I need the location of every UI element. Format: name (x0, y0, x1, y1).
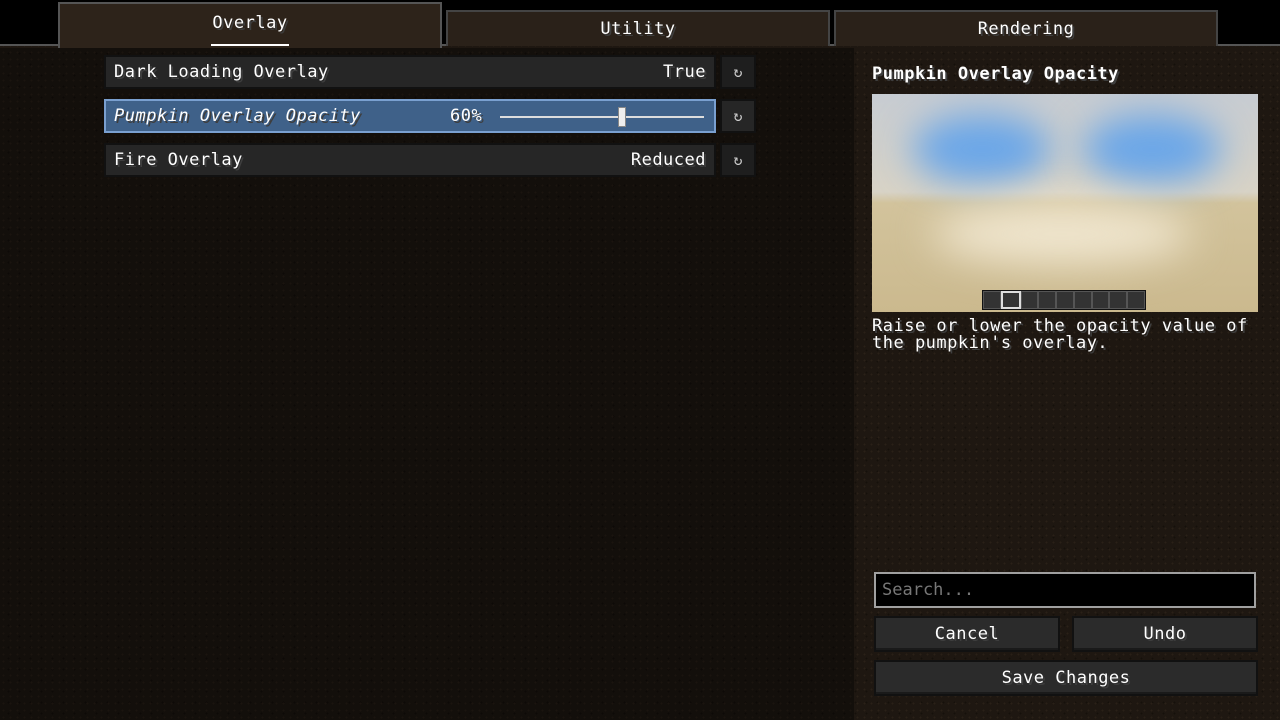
option-description: Raise or lower the opacity value of the … (872, 316, 1248, 353)
option-label: Pumpkin Overlay Opacity (114, 106, 361, 126)
reset-arrow-icon: ↻ (733, 151, 743, 169)
reset-button[interactable]: ↻ (720, 55, 756, 89)
reset-button[interactable]: ↻ (720, 99, 756, 133)
reset-arrow-icon: ↻ (733, 107, 743, 125)
option-label: Dark Loading Overlay (114, 62, 329, 82)
reset-arrow-icon: ↻ (733, 63, 743, 81)
option-title: Pumpkin Overlay Opacity (872, 64, 1119, 84)
tab-label: Overlay (212, 13, 288, 33)
option-dark-loading-overlay[interactable]: Dark Loading Overlay True (104, 55, 716, 89)
save-label: Save Changes (1001, 668, 1131, 688)
option-label: Fire Overlay (114, 150, 243, 170)
undo-label: Undo (1143, 624, 1187, 644)
tab-overlay[interactable]: Overlay (58, 2, 442, 48)
opacity-slider-handle[interactable] (618, 107, 627, 127)
option-fire-overlay[interactable]: Fire Overlay Reduced (104, 143, 716, 177)
tab-label: Rendering (977, 19, 1075, 39)
active-tab-indicator (211, 44, 289, 46)
undo-button[interactable]: Undo (1072, 616, 1258, 652)
cancel-label: Cancel (934, 624, 1000, 644)
hotbar (982, 290, 1146, 310)
reset-button[interactable]: ↻ (720, 143, 756, 177)
option-value: Reduced (630, 150, 706, 170)
opacity-slider-track[interactable] (500, 116, 704, 118)
tab-utility[interactable]: Utility (446, 10, 830, 46)
option-value: 60% (450, 106, 483, 126)
description-panel: Pumpkin Overlay Opacity Raise or lower t… (856, 48, 1280, 720)
search-input[interactable] (874, 572, 1256, 608)
cancel-button[interactable]: Cancel (874, 616, 1060, 652)
save-changes-button[interactable]: Save Changes (874, 660, 1258, 696)
tab-label: Utility (600, 19, 676, 39)
option-value: True (663, 62, 706, 82)
tab-rendering[interactable]: Rendering (834, 10, 1218, 46)
preview-image (872, 94, 1258, 312)
